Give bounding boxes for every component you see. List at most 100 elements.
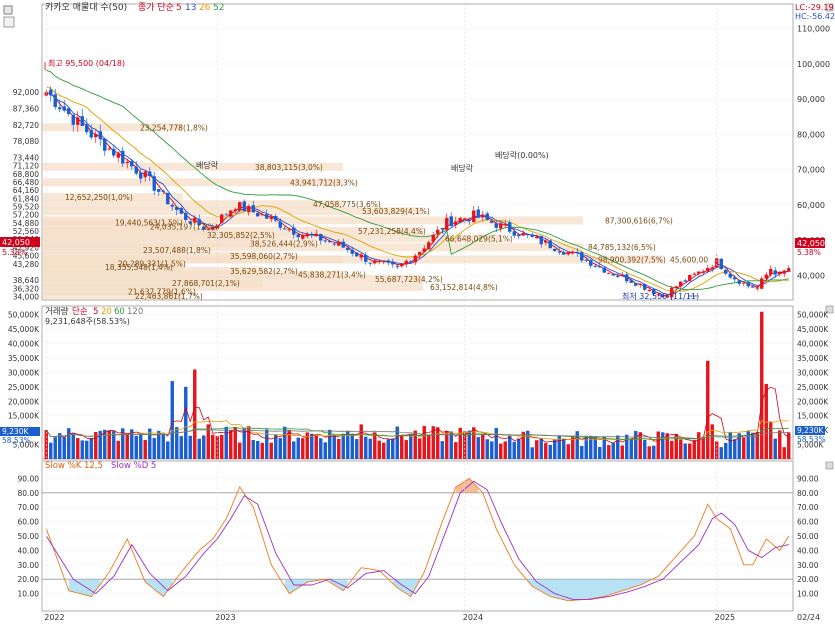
volume-bar — [652, 445, 656, 459]
volume-bar — [598, 446, 602, 459]
candle-body — [310, 233, 314, 236]
volume-tick-left: 30,000K — [8, 368, 40, 377]
volume-bar — [85, 440, 89, 459]
candle-body — [404, 260, 408, 265]
candle-body — [107, 148, 111, 150]
stochastic-tick-left: 80.00 — [18, 489, 40, 498]
volume-bar — [418, 438, 422, 459]
candle-body — [544, 240, 548, 243]
volume-bar — [233, 426, 237, 459]
candle-body — [184, 213, 188, 220]
candle-body — [377, 260, 381, 262]
volume-title: 거래량 — [45, 306, 69, 317]
candle-body — [103, 138, 107, 151]
candle-body — [539, 236, 543, 245]
volume-bar — [625, 434, 629, 459]
volume-bar — [202, 435, 206, 459]
volume-bar — [508, 435, 512, 459]
volume-profile-label: 43,941,712(3,3%) — [290, 178, 358, 187]
volume-bar — [170, 381, 174, 459]
volume-bar — [175, 427, 179, 459]
candle-body — [728, 273, 732, 278]
volume-last-left: 9,230K — [2, 427, 29, 436]
candle-body — [553, 248, 557, 252]
candle-body — [224, 214, 228, 216]
volume-bar — [481, 434, 485, 459]
candle-body — [571, 251, 575, 254]
panel-menu-icon[interactable] — [3, 5, 13, 15]
volume-bar — [269, 442, 273, 459]
volume-bar — [89, 437, 93, 459]
volume-pct-right: 58.53% — [797, 435, 826, 444]
candle-body — [494, 223, 498, 228]
candle-body — [364, 254, 368, 262]
candle-body — [724, 269, 728, 274]
volume-bar — [314, 434, 318, 459]
candle-body — [85, 124, 89, 133]
candle-body — [121, 150, 125, 164]
volume-bar — [193, 369, 197, 459]
volume-bar — [224, 426, 228, 459]
volume-bar — [490, 441, 494, 459]
candle-body — [548, 240, 552, 249]
candle-body — [427, 242, 431, 250]
candle-body — [517, 234, 521, 237]
volume-bar — [517, 438, 521, 459]
candle-body — [233, 209, 237, 211]
candle-body — [751, 286, 755, 288]
volume-tick-left: 15,000K — [8, 412, 40, 421]
volume-profile-label: 38,803,115(3,0%) — [255, 163, 323, 172]
candle-body — [472, 210, 476, 223]
volume-tick-left: 35,000K — [8, 354, 40, 363]
volume-bar — [368, 438, 372, 459]
candle-body — [373, 260, 377, 264]
dividend-marker-2024: 배당락(0.00%) — [495, 150, 549, 160]
stochastic-header: Slow %K 12,5 Slow %D 5 — [45, 461, 156, 471]
candle-body — [139, 172, 143, 179]
candle-body — [400, 263, 404, 267]
volume-bar — [301, 438, 305, 459]
volume-profile-label: 18,355,548(1,4%) — [105, 263, 173, 272]
candle-body — [256, 212, 260, 217]
dividend-marker-2023: 배당락 — [451, 163, 474, 173]
volume-bar — [778, 430, 782, 459]
candle-body — [440, 228, 444, 230]
grid-toggle-icon[interactable] — [3, 16, 15, 28]
candle-body — [80, 116, 84, 127]
price-tick-right: 100,000 — [797, 60, 830, 69]
hc-value: HC:-56.42 — [795, 12, 835, 21]
volume-bar — [499, 443, 503, 459]
candle-body — [458, 218, 462, 222]
volume-pct-left: 58.53% — [2, 436, 31, 445]
vol-ma-120: 120 — [127, 307, 143, 317]
stochastic-tick-left: 70.00 — [18, 503, 40, 512]
volume-bar — [454, 442, 458, 459]
volume-bar — [373, 432, 377, 459]
candle-body — [179, 208, 183, 214]
stochastic-tick-right: 20.00 — [797, 575, 819, 584]
volume-bar — [512, 441, 516, 459]
volume-bar — [80, 440, 84, 459]
volume-profile-label: 22,463,861(1,7%) — [135, 292, 203, 301]
volume-bar — [179, 436, 183, 459]
date-tick: 02/24 — [797, 613, 820, 622]
volume-bar — [544, 443, 548, 459]
price-tick-left: 92,000 — [13, 88, 39, 97]
candle-body — [413, 255, 417, 263]
volume-bar — [760, 311, 764, 459]
candle-body — [170, 204, 174, 207]
candle-body — [251, 205, 255, 213]
candle-body — [269, 217, 273, 220]
volume-bar — [152, 438, 156, 459]
candle-body — [467, 219, 471, 221]
candle-body — [94, 133, 98, 138]
volume-bar — [620, 445, 624, 459]
candle-body — [521, 232, 525, 236]
candle-body — [580, 252, 584, 261]
price-tick-right: 60,000 — [797, 201, 825, 210]
vol-ma-20: 20 — [101, 307, 112, 317]
candle-body — [629, 280, 633, 283]
candle-body — [719, 258, 723, 270]
date-tick: 2025 — [715, 613, 735, 622]
candle-body — [152, 176, 156, 191]
